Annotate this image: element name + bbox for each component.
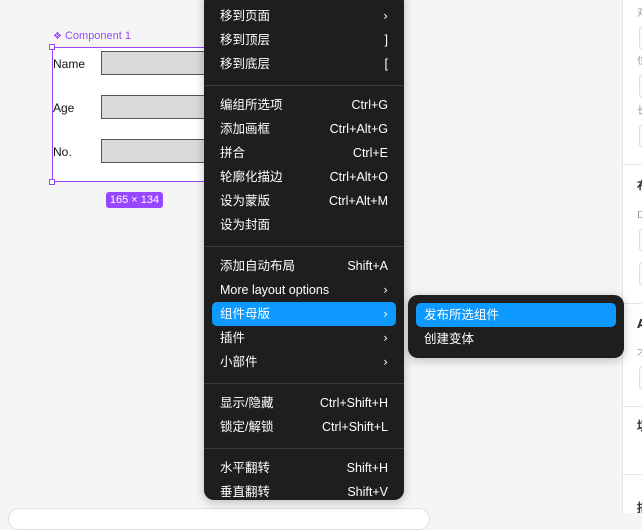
menu-item-add-auto-layout[interactable]: 添加自动布局 Shift+A	[212, 254, 396, 278]
menu-item-shortcut: Ctrl+G	[351, 98, 388, 112]
component-title[interactable]: ❖ Component 1	[53, 29, 131, 44]
submenu-item-label: 发布所选组件	[424, 308, 500, 322]
resize-handle-top-left[interactable]	[49, 44, 55, 50]
menu-item-main-component[interactable]: 组件母版 ›	[212, 302, 396, 326]
chevron-right-icon: ›	[383, 283, 388, 297]
chevron-right-icon: ›	[383, 9, 388, 23]
menu-item-label: 添加画框	[220, 122, 271, 136]
menu-item-flip-horizontal[interactable]: 水平翻转 Shift+H	[212, 456, 396, 480]
menu-item-shortcut: Shift+A	[347, 259, 388, 273]
menu-item-bring-to-front[interactable]: 移到顶层 ]	[212, 28, 396, 52]
menu-item-show-hide[interactable]: 显示/隐藏 Ctrl+Shift+H	[212, 391, 396, 415]
menu-item-label: 设为蒙版	[220, 194, 271, 208]
menu-item-more-layout-options[interactable]: More layout options ›	[212, 278, 396, 302]
menu-separator	[204, 246, 404, 247]
menu-item-shortcut: Ctrl+Shift+H	[319, 396, 388, 410]
menu-item-shortcut: Ctrl+Alt+O	[329, 170, 388, 184]
chevron-right-icon: ›	[383, 355, 388, 369]
panel-label: 长	[637, 106, 642, 118]
menu-item-group-selection[interactable]: 编组所选项 Ctrl+G	[212, 93, 396, 117]
menu-item-flatten[interactable]: 拼合 Ctrl+E	[212, 141, 396, 165]
panel-label: 对	[637, 8, 642, 20]
component-icon: ❖	[53, 31, 62, 42]
menu-item-send-to-back[interactable]: 移到底层 [	[212, 52, 396, 76]
field-label-name: Name	[53, 57, 86, 71]
menu-item-label: 移到顶层	[220, 33, 271, 47]
chevron-right-icon: ›	[383, 307, 388, 321]
field-box-age[interactable]	[101, 95, 221, 119]
menu-item-plugins[interactable]: 插件 ›	[212, 326, 396, 350]
menu-separator	[204, 85, 404, 86]
submenu-item-label: 创建变体	[424, 332, 475, 346]
chevron-right-icon: ›	[383, 331, 388, 345]
menu-item-label: 轮廓化描边	[220, 170, 283, 184]
menu-item-add-frame[interactable]: 添加画框 Ctrl+Alt+G	[212, 117, 396, 141]
menu-item-flip-vertical[interactable]: 垂直翻转 Shift+V	[212, 480, 396, 500]
menu-item-label: 拼合	[220, 146, 246, 160]
component-name: Component 1	[64, 30, 132, 42]
menu-item-label: 显示/隐藏	[220, 396, 274, 410]
menu-item-use-as-mask[interactable]: 设为蒙版 Ctrl+Alt+M	[212, 189, 396, 213]
field-label-age: Age	[53, 101, 75, 115]
field-box-no[interactable]	[101, 139, 221, 163]
menu-item-label: 设为封面	[220, 218, 271, 232]
field-label-no: No.	[53, 145, 72, 159]
menu-item-label: 添加自动布局	[220, 259, 296, 273]
panel-section-title: 描	[637, 502, 642, 513]
submenu-item-create-variant[interactable]: 创建变体	[416, 327, 616, 351]
properties-panel: 对 位 长 布 D A 才 填 描	[622, 0, 642, 513]
bottom-toolbar[interactable]	[8, 508, 430, 530]
main-component-submenu: 发布所选组件 创建变体	[408, 295, 624, 358]
menu-item-shortcut: Ctrl+Shift+L	[321, 420, 388, 434]
menu-item-shortcut: Ctrl+E	[352, 146, 388, 160]
panel-divider	[623, 303, 642, 304]
menu-item-label: More layout options	[220, 283, 330, 297]
menu-separator	[204, 383, 404, 384]
panel-divider	[623, 406, 642, 407]
menu-item-shortcut: Shift+H	[346, 461, 388, 475]
resize-handle-bottom-left[interactable]	[49, 179, 55, 185]
menu-item-label: 移到底层	[220, 57, 271, 71]
menu-item-move-to-page[interactable]: 移到页面 ›	[212, 4, 396, 28]
menu-item-set-as-thumbnail[interactable]: 设为封面	[212, 213, 396, 237]
menu-separator	[204, 448, 404, 449]
size-badge: 165 × 134	[106, 192, 163, 208]
menu-item-shortcut: Ctrl+Alt+G	[329, 122, 388, 136]
menu-item-label: 移到页面	[220, 9, 271, 23]
field-box-name[interactable]	[101, 51, 221, 75]
menu-item-label: 水平翻转	[220, 461, 271, 475]
menu-item-label: 插件	[220, 331, 246, 345]
panel-section-title: 填	[637, 420, 642, 432]
menu-item-shortcut: Shift+V	[347, 485, 388, 499]
menu-item-lock-unlock[interactable]: 锁定/解锁 Ctrl+Shift+L	[212, 415, 396, 439]
context-menu: 移到页面 › 移到顶层 ] 移到底层 [ 编组所选项 Ctrl+G 添加画框 C…	[204, 0, 404, 500]
menu-item-label: 编组所选项	[220, 98, 283, 112]
panel-label: 才	[637, 348, 642, 360]
menu-item-label: 垂直翻转	[220, 485, 271, 499]
panel-section-title: 布	[637, 180, 642, 192]
menu-item-outline-stroke[interactable]: 轮廓化描边 Ctrl+Alt+O	[212, 165, 396, 189]
panel-section-title: A	[637, 318, 642, 330]
submenu-item-publish-selected-components[interactable]: 发布所选组件	[416, 303, 616, 327]
menu-item-label: 锁定/解锁	[220, 420, 274, 434]
menu-item-shortcut: ]	[384, 33, 388, 47]
menu-item-shortcut: [	[384, 57, 388, 71]
menu-item-label: 小部件	[220, 355, 258, 369]
panel-label: D	[637, 210, 642, 222]
menu-item-widgets[interactable]: 小部件 ›	[212, 350, 396, 374]
panel-divider	[623, 474, 642, 475]
menu-item-label: 组件母版	[220, 307, 271, 321]
menu-item-shortcut: Ctrl+Alt+M	[328, 194, 388, 208]
panel-divider	[623, 164, 642, 165]
panel-label: 位	[637, 56, 642, 68]
